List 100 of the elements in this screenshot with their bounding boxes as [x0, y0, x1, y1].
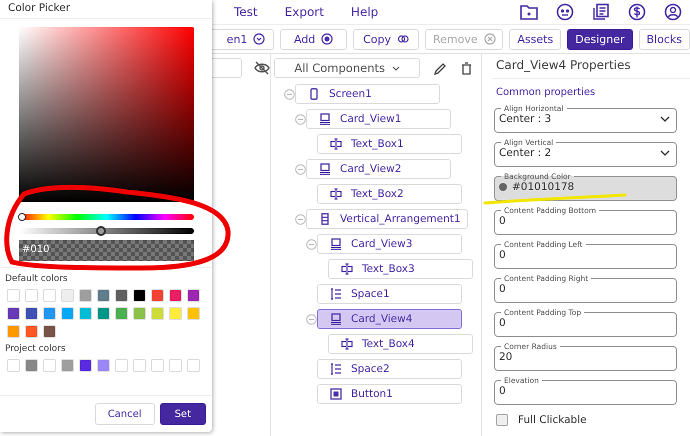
tree-item[interactable]: Text_Box4: [328, 334, 473, 354]
color-swatch[interactable]: [187, 289, 200, 302]
checkbox-label: Full Clickable: [518, 414, 587, 426]
color-swatch[interactable]: [25, 307, 38, 320]
color-swatch[interactable]: [115, 359, 128, 372]
color-swatch[interactable]: [61, 359, 74, 372]
hex-input-field[interactable]: #010: [19, 240, 194, 261]
section-link[interactable]: Common properties: [492, 78, 690, 104]
card-icon: [319, 163, 331, 175]
hue-thumb[interactable]: [18, 213, 26, 221]
tree-item[interactable]: Card_View2: [306, 159, 451, 179]
color-swatch[interactable]: [151, 289, 164, 302]
color-swatch[interactable]: [79, 359, 92, 372]
tree-item[interactable]: Card_View3: [317, 234, 462, 254]
menu-item[interactable]: Export: [284, 5, 324, 19]
add-circle-icon: [321, 33, 334, 45]
toolbar-button[interactable]: Copy: [352, 28, 420, 50]
color-swatch[interactable]: [43, 289, 56, 302]
tree-item[interactable]: Vertical_Arrangement1: [306, 209, 468, 229]
checkbox[interactable]: [496, 414, 508, 426]
color-swatch[interactable]: [115, 307, 128, 320]
component-filter-dropdown[interactable]: All Components: [274, 58, 420, 78]
hue-slider[interactable]: [19, 214, 194, 220]
phone-icon: [308, 88, 320, 100]
trash-icon[interactable]: [461, 62, 472, 74]
user-icon[interactable]: [664, 3, 682, 21]
color-swatch[interactable]: [25, 325, 38, 338]
collapse-icon[interactable]: [306, 314, 317, 324]
color-swatch[interactable]: [97, 307, 110, 320]
collapse-icon[interactable]: [295, 214, 306, 224]
collapse-icon[interactable]: [295, 114, 306, 124]
card-icon: [330, 238, 342, 250]
text-box-icon: [330, 138, 342, 150]
color-swatch[interactable]: [43, 325, 56, 338]
color-swatch[interactable]: [187, 359, 200, 372]
color-swatch[interactable]: [43, 359, 56, 372]
alpha-slider[interactable]: [19, 228, 194, 234]
color-swatch[interactable]: [169, 359, 182, 372]
tree-item[interactable]: Text_Box3: [328, 259, 473, 279]
color-swatch[interactable]: [79, 289, 92, 302]
tree-item[interactable]: Card_View1: [306, 109, 451, 129]
tree-item[interactable]: Text_Box1: [317, 134, 462, 154]
set-button[interactable]: Set: [160, 403, 206, 425]
color-swatch[interactable]: [61, 289, 74, 302]
color-swatch[interactable]: [43, 307, 56, 320]
eye-off-icon[interactable]: [254, 61, 270, 75]
view-tab[interactable]: Assets: [509, 28, 562, 50]
color-swatch[interactable]: [115, 289, 128, 302]
color-swatch[interactable]: [133, 289, 146, 302]
color-swatch[interactable]: [7, 307, 20, 320]
color-swatch[interactable]: [169, 289, 182, 302]
tree-item[interactable]: Card_View4: [317, 309, 462, 329]
color-swatch[interactable]: [25, 359, 38, 372]
face-icon[interactable]: [556, 3, 574, 21]
cancel-button[interactable]: Cancel: [94, 403, 155, 425]
view-tab[interactable]: Blocks: [638, 28, 690, 50]
text-box-icon: [341, 263, 353, 275]
collapse-icon[interactable]: [284, 88, 295, 100]
chevron-down-icon: [660, 150, 670, 156]
color-swatch[interactable]: [61, 307, 74, 320]
color-swatch[interactable]: [133, 359, 146, 372]
text-box-icon: [341, 338, 353, 350]
alpha-thumb[interactable]: [96, 226, 106, 236]
color-swatch[interactable]: [7, 359, 20, 372]
tree-item[interactable]: Text_Box2: [317, 184, 462, 204]
chevron-down-icon: [660, 116, 670, 122]
dialog-title: Color Picker: [0, 0, 212, 19]
dollar-icon[interactable]: [628, 3, 646, 21]
color-swatch[interactable]: [151, 307, 164, 320]
tree-item[interactable]: Space2: [317, 359, 462, 379]
tree-item[interactable]: Screen1: [295, 84, 440, 104]
menu-item[interactable]: Help: [350, 5, 378, 19]
menu-item[interactable]: Test: [234, 5, 258, 19]
color-swatch[interactable]: [187, 307, 200, 320]
remove-circle-icon: [484, 33, 496, 45]
chevron-circle-icon: [253, 33, 266, 45]
spacer-icon: [330, 363, 342, 375]
color-swatch[interactable]: [7, 325, 20, 338]
color-swatch[interactable]: [97, 289, 110, 302]
color-swatch[interactable]: [97, 359, 110, 372]
tree-item[interactable]: Button1: [317, 384, 462, 404]
spacer-icon: [330, 288, 342, 300]
saturation-value-area[interactable]: [19, 27, 194, 202]
color-swatch[interactable]: [133, 307, 146, 320]
color-swatch[interactable]: [151, 359, 164, 372]
toolbar-button[interactable]: Add: [280, 28, 347, 50]
color-swatch[interactable]: [7, 289, 20, 302]
view-tab[interactable]: Designer: [567, 28, 632, 50]
pencil-icon[interactable]: [434, 62, 447, 74]
color-swatch[interactable]: [79, 307, 92, 320]
color-swatch[interactable]: [25, 289, 38, 302]
folder-icon[interactable]: [520, 4, 538, 20]
text-box-icon: [330, 188, 342, 200]
collapse-icon[interactable]: [306, 238, 317, 250]
document-icon[interactable]: [592, 3, 610, 21]
tree-item[interactable]: Space1: [317, 284, 462, 304]
section-label: Default colors: [4, 273, 69, 284]
collapse-icon[interactable]: [295, 164, 306, 174]
copy-icon: [397, 33, 409, 45]
color-swatch[interactable]: [169, 307, 182, 320]
